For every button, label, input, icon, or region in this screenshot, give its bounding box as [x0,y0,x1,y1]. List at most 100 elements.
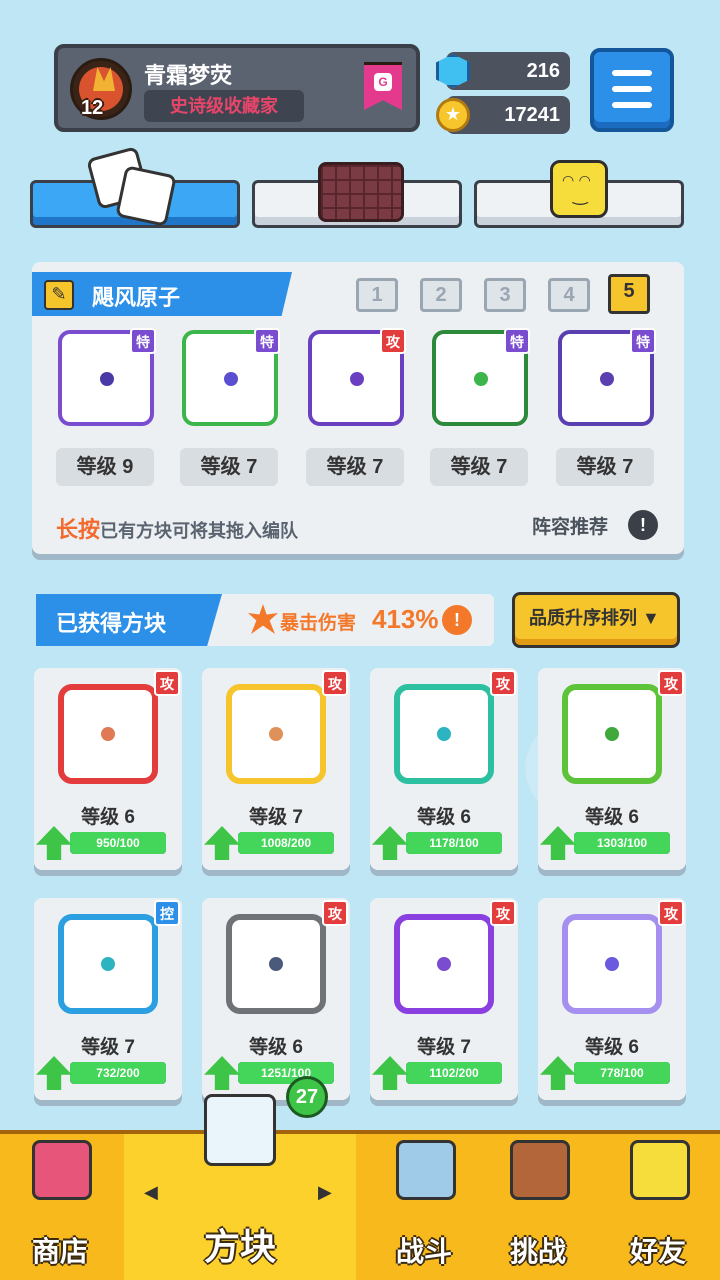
block-count-badge: 27 [286,1076,328,1118]
block-dot-icon [224,372,238,386]
block-level: 等级 6 [585,807,639,828]
team-block[interactable]: 特 [182,328,280,426]
block-type-badge: 攻 [380,328,406,354]
nav-shop[interactable]: 商店 [0,1134,120,1280]
pencil-icon[interactable]: ✎ [44,280,74,310]
block-type-badge: 特 [630,328,656,354]
block-card[interactable]: 攻等级 6 1251/100 [202,898,350,1100]
upgrade-arrow-icon[interactable] [36,826,72,860]
block-card[interactable]: 攻等级 6 1178/100 [370,668,518,870]
block-image [394,914,494,1014]
team-slot-3[interactable]: 3 [484,278,526,312]
avatar: 12 [70,58,132,120]
crit-damage-value: 413% [372,604,439,634]
team-block[interactable]: 特 [558,328,656,426]
profile-card[interactable]: 12 青霜梦荧 史诗级收藏家 G [54,44,420,132]
player-name: 青霜梦荧 [144,63,233,88]
block-dot-icon [605,727,619,741]
block-level: 等级 6 [417,807,471,828]
menu-bar-icon [612,70,652,76]
block-level: 等级 6 [81,807,135,828]
upgrade-arrow-icon[interactable] [540,1056,576,1090]
upgrade-arrow-icon[interactable] [372,826,408,860]
block-level: 等级 7 [249,807,303,828]
upgrade-progress-bar: 1303/100 [574,832,670,854]
crown-icon [93,67,115,91]
menu-bar-icon [612,86,652,92]
block-icon [204,1094,276,1166]
block-type-badge: 攻 [322,670,348,696]
block-image [226,914,326,1014]
friends-icon [630,1140,690,1200]
block-dot-icon [600,372,614,386]
nav-friends[interactable]: 好友 [598,1134,718,1280]
nav-label: 方块 [203,1226,276,1267]
upgrade-arrow-icon[interactable] [204,826,240,860]
bottom-nav: 商店 方块 战斗 挑战 好友 [0,1094,720,1280]
upgrade-progress-bar: 950/100 [70,832,166,854]
block-level: 等级 6 [249,1037,303,1058]
team-slot-1[interactable]: 1 [356,278,398,312]
team-block[interactable]: 攻 [308,328,406,426]
block-card[interactable]: 攻等级 7 1102/200 [370,898,518,1100]
hint-bold: 长按 [56,517,101,542]
rank-letter: G [374,73,392,91]
team-slot-2[interactable]: 2 [420,278,462,312]
lineup-recommend-label[interactable]: 阵容推荐 [532,512,608,539]
nav-battle[interactable]: 战斗 [364,1134,484,1280]
upgrade-progress-bar: 1178/100 [406,832,502,854]
sort-dropdown[interactable]: 品质升序排列 ▼ [512,592,680,648]
block-image [226,684,326,784]
upgrade-progress-bar: 1102/200 [406,1062,502,1084]
upgrade-arrow-icon[interactable] [204,1056,240,1090]
crit-info-icon[interactable]: ! [442,605,472,635]
nav-challenge[interactable]: 挑战 [478,1134,598,1280]
block-dot-icon [474,372,488,386]
arrow-right-icon[interactable]: ▶ [318,1182,332,1203]
block-card[interactable]: 攻等级 7 1008/200 [202,668,350,870]
shop-icon [32,1140,92,1200]
progress-text: 1303/100 [596,836,648,850]
dice-icon [115,165,177,227]
progress-text: 732/200 [96,1066,140,1080]
block-type-badge: 攻 [322,900,348,926]
block-level: 等级 7 [81,1037,135,1058]
block-dot-icon [605,957,619,971]
upgrade-progress-bar: 732/200 [70,1062,166,1084]
team-header: ✎ 飓风原子 [32,272,292,316]
block-card[interactable]: 攻等级 6 1303/100 [538,668,686,870]
battle-icon [396,1140,456,1200]
block-type-badge: 攻 [658,670,684,696]
team-block[interactable]: 特 [58,328,156,426]
team-slot-4[interactable]: 4 [548,278,590,312]
upgrade-arrow-icon[interactable] [540,826,576,860]
smile-face-icon [550,160,608,218]
progress-text: 1178/100 [429,836,479,850]
nav-label: 商店 [31,1236,88,1267]
block-card[interactable]: 攻等级 6 778/100 [538,898,686,1100]
upgrade-arrow-icon[interactable] [36,1056,72,1090]
upgrade-arrow-icon[interactable] [372,1056,408,1090]
block-level: 等级 6 [585,1037,639,1058]
block-card[interactable]: 攻等级 6 950/100 [34,668,182,870]
avatar-level: 12 [81,97,104,119]
nav-blocks[interactable]: 方块 [124,1094,356,1280]
arrow-left-icon[interactable]: ◀ [144,1182,158,1203]
block-type-badge: 特 [130,328,156,354]
block-dot-icon [350,372,364,386]
crit-burst-icon [248,604,278,634]
team-block[interactable]: 特 [432,328,530,426]
progress-text: 950/100 [96,836,140,850]
menu-button[interactable] [590,48,674,132]
nav-label: 挑战 [509,1236,566,1267]
team-slot-5[interactable]: 5 [608,274,650,314]
block-card[interactable]: 控等级 7 732/200 [34,898,182,1100]
player-title: 史诗级收藏家 [144,90,304,122]
block-dot-icon [269,727,283,741]
team-block-level: 等级 7 [180,448,278,486]
block-image [58,914,158,1014]
nav-label: 好友 [629,1236,686,1267]
block-dot-icon [437,727,451,741]
upgrade-progress-bar: 1008/200 [238,832,334,854]
info-icon[interactable]: ! [628,510,658,540]
